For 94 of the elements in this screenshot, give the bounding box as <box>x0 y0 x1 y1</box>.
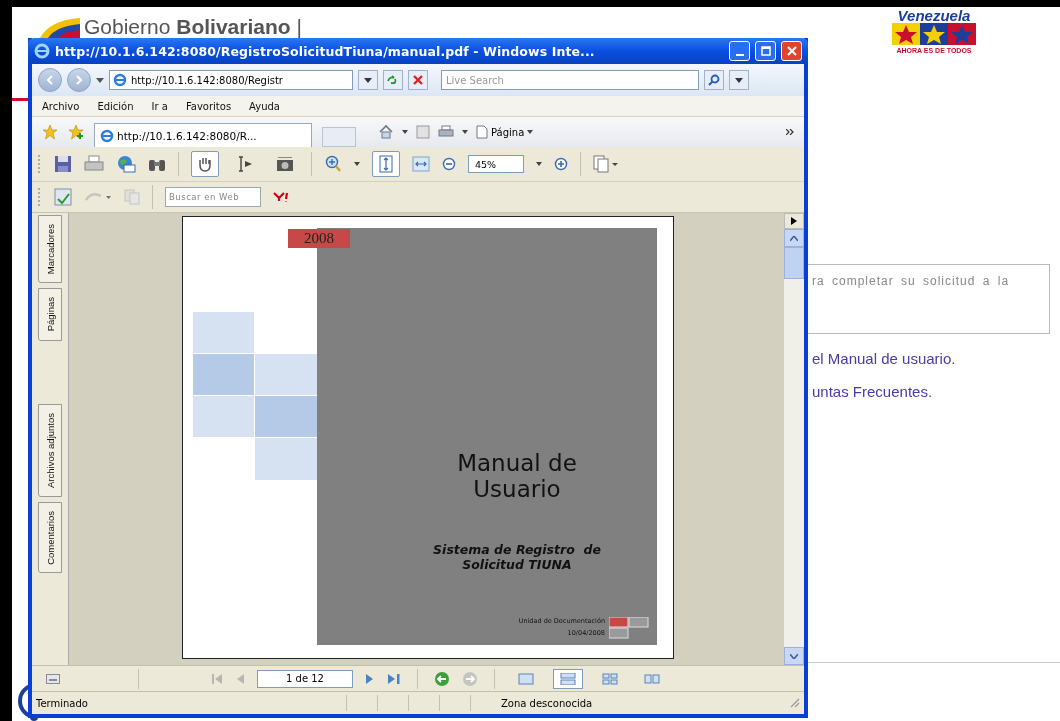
maximize-icon <box>760 46 771 56</box>
panel-icon[interactable] <box>46 673 60 684</box>
page-menu-button[interactable]: Página <box>476 125 534 139</box>
search-field[interactable]: Live Search <box>441 70 699 90</box>
menu-item[interactable]: Edición <box>97 100 134 112</box>
browser-icon <box>113 73 127 87</box>
search-icon <box>708 74 720 86</box>
squares-drawing <box>609 617 649 639</box>
fit-page-icon <box>379 155 393 173</box>
caret-icon <box>527 130 534 134</box>
minimize-button[interactable] <box>729 41 750 61</box>
scrollbar[interactable] <box>784 213 804 665</box>
document-subtitle: Sistema de Registro de Solicitud TIUNA <box>432 542 602 572</box>
window-title: http://10.1.6.142:8080/RegistroSolicitudTiuna/manual.pdf - Windows Inte... <box>55 43 596 59</box>
year-label: 2008 <box>288 229 350 248</box>
camera-icon <box>276 155 294 173</box>
browser-icon <box>100 128 114 143</box>
back-button[interactable] <box>38 68 62 92</box>
minimize-icon <box>735 53 744 56</box>
menu-item[interactable]: Archivo <box>42 100 80 112</box>
address-field[interactable]: http://10.1.6.142:8080/Registr <box>109 70 353 90</box>
web-search-field[interactable]: Buscar en Web <box>165 187 261 207</box>
caret-icon <box>735 77 743 83</box>
hand-icon <box>196 155 214 173</box>
site-title: Gobierno Bolivariano | <box>84 16 302 38</box>
continuous-pages-icon <box>560 672 576 685</box>
page-icon <box>476 125 488 139</box>
government-logo-icon <box>40 18 80 38</box>
side-tab[interactable]: Marcadores <box>38 215 62 284</box>
next-page-icon[interactable] <box>365 672 375 685</box>
side-tab[interactable]: Páginas <box>38 288 62 341</box>
panel-toggle-icon[interactable] <box>784 213 804 229</box>
help-link[interactable]: untas Frecuentes. <box>812 383 956 400</box>
fit-page-button[interactable] <box>372 151 400 177</box>
home-icon[interactable] <box>378 124 394 140</box>
tab-label: http://10.1.6.142:8080/R... <box>117 129 257 142</box>
single-page-icon <box>518 672 534 685</box>
last-page-icon[interactable] <box>387 672 401 685</box>
document-title: Manual de Usuario <box>456 450 578 502</box>
spellcheck-icon[interactable] <box>54 188 72 206</box>
caret-icon[interactable] <box>96 77 104 83</box>
side-tab[interactable]: Archivos adjuntos <box>38 403 62 497</box>
caret-icon[interactable] <box>354 162 360 166</box>
save-icon[interactable] <box>54 155 72 173</box>
favorites-star-icon[interactable] <box>42 124 58 140</box>
menu-item[interactable]: Ir a <box>151 100 168 112</box>
help-link[interactable]: el Manual de usuario. <box>812 350 956 367</box>
menu-item[interactable]: Ayuda <box>249 100 280 112</box>
caret-icon[interactable] <box>402 130 408 134</box>
maximize-button[interactable] <box>755 41 776 61</box>
search-options-button[interactable] <box>729 70 749 90</box>
zoom-field[interactable]: 45% <box>468 155 524 173</box>
add-favorite-icon[interactable] <box>68 124 84 140</box>
printer-icon[interactable] <box>84 155 104 173</box>
forward-button[interactable] <box>67 68 91 92</box>
pages-icon[interactable] <box>593 155 619 173</box>
zoom-out-icon[interactable] <box>442 157 456 171</box>
caret-icon[interactable] <box>536 162 542 166</box>
caret-icon[interactable] <box>462 130 468 134</box>
email-globe-icon[interactable] <box>116 155 136 173</box>
status-text: Terminado <box>36 697 89 709</box>
zoom-in-icon[interactable] <box>324 155 342 173</box>
chevron-icon[interactable] <box>786 129 794 135</box>
scroll-thumb[interactable] <box>784 247 804 279</box>
close-icon <box>786 46 797 56</box>
dropdown-button[interactable] <box>358 70 378 90</box>
page-layout-button[interactable] <box>553 668 583 689</box>
zoom-in-icon[interactable] <box>554 157 568 171</box>
caret-icon <box>364 77 372 83</box>
stars-icon <box>892 23 976 45</box>
resize-grip-icon[interactable] <box>790 698 800 708</box>
stop-button[interactable] <box>408 70 428 90</box>
scroll-down-button[interactable] <box>784 647 804 665</box>
menu-item[interactable]: Favoritos <box>185 100 232 112</box>
page-number-field[interactable]: 1 de 12 <box>257 669 353 688</box>
hand-tool-button[interactable] <box>191 151 219 177</box>
address-text: http://10.1.6.142:8080/Registr <box>131 74 283 86</box>
security-zone-text: Zona desconocida <box>501 697 594 709</box>
search-button[interactable] <box>704 70 724 90</box>
text-cursor-icon <box>236 155 254 173</box>
printer-icon[interactable] <box>438 125 454 139</box>
side-tab[interactable]: Comentarios <box>38 501 62 574</box>
notice-text: ra completar su solicitud a la <box>812 274 1010 288</box>
browser-tab[interactable]: http://10.1.6.142:8080/R... <box>94 123 312 147</box>
refresh-button[interactable] <box>383 70 403 90</box>
two-pages-icon <box>644 672 660 685</box>
facing-pages-icon <box>602 672 618 685</box>
logo-name: Venezuela <box>897 8 971 23</box>
stop-icon <box>413 75 423 85</box>
scroll-up-button[interactable] <box>784 229 804 247</box>
fit-width-icon[interactable] <box>412 156 430 172</box>
browser-icon <box>34 43 50 59</box>
close-button[interactable] <box>781 41 802 61</box>
back-view-icon[interactable] <box>434 670 450 687</box>
